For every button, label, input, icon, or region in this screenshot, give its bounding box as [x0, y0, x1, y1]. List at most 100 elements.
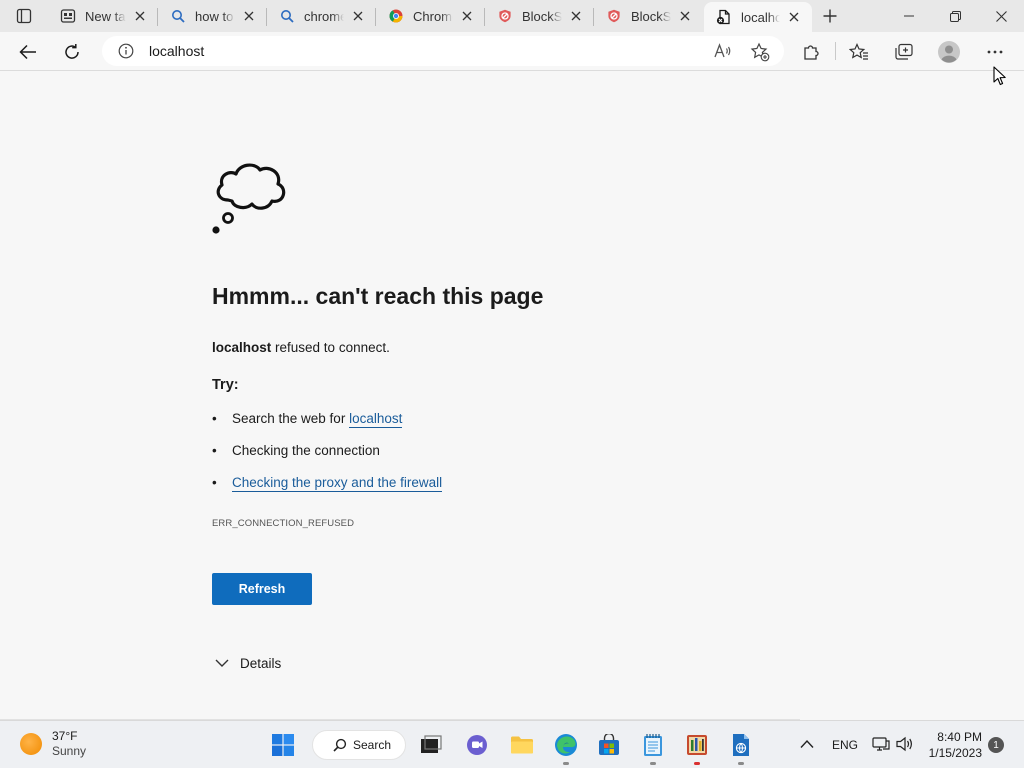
tab-new-tab[interactable]: New tab: [48, 2, 158, 30]
file-explorer-button[interactable]: [504, 727, 540, 763]
tab-chrome-search[interactable]: chrome: [267, 2, 376, 30]
edge-button[interactable]: [548, 727, 584, 765]
folder-icon: [511, 736, 533, 754]
blocksite-icon: [606, 8, 622, 24]
teams-chat-button[interactable]: [459, 727, 495, 763]
web-document-button[interactable]: [723, 727, 759, 765]
tab-title: New tab: [85, 8, 126, 24]
minimize-button[interactable]: [886, 0, 932, 32]
chrome-icon: [388, 8, 404, 24]
browser-toolbar: localhost: [0, 32, 1024, 71]
details-label: Details: [240, 655, 282, 671]
newtab-icon: [60, 8, 76, 24]
restore-button[interactable]: [932, 0, 978, 32]
search-localhost-link[interactable]: localhost: [349, 411, 403, 428]
more-icon: [987, 50, 1003, 54]
details-toggle[interactable]: Details: [212, 653, 281, 673]
tab-localhost[interactable]: localhos: [704, 2, 812, 32]
mouse-cursor-icon: [993, 66, 1006, 86]
blocksite-icon: [497, 8, 513, 24]
volume-icon[interactable]: [896, 736, 914, 757]
favorites-icon: [849, 43, 868, 60]
close-icon: [995, 10, 1007, 22]
plus-icon: [823, 9, 837, 23]
close-icon[interactable]: [132, 8, 148, 24]
back-button[interactable]: [12, 36, 44, 68]
show-hidden-icons-button[interactable]: [800, 736, 814, 754]
tab-title: BlockSit: [631, 8, 671, 24]
tab-chrome[interactable]: Chrome: [376, 2, 485, 30]
tab-actions-button[interactable]: [8, 4, 40, 28]
chevron-down-icon: [212, 653, 232, 673]
collections-icon: [895, 43, 913, 60]
read-aloud-icon[interactable]: [714, 43, 732, 64]
task-view-button[interactable]: [413, 727, 449, 763]
puzzle-icon: [804, 45, 819, 60]
taskbar-search[interactable]: Search: [312, 730, 406, 760]
edge-icon: [555, 734, 577, 756]
tab-blocksite-2[interactable]: BlockSit: [594, 2, 703, 30]
close-icon[interactable]: [459, 8, 475, 24]
weather-widget[interactable]: 37°F Sunny: [20, 729, 86, 759]
running-indicator: [563, 762, 569, 765]
error-host: localhost: [212, 340, 272, 355]
close-icon[interactable]: [350, 8, 366, 24]
tab-strip: New tab how to chrome Chrome BlockSit Bl…: [0, 0, 1024, 32]
close-icon[interactable]: [568, 8, 584, 24]
clock-date: 1/15/2023: [928, 746, 982, 760]
running-indicator: [738, 762, 744, 765]
tab-title: localhos: [741, 9, 780, 25]
taskbar: 37°F Sunny Search ENG 8:40 PM 1/15/2023 …: [0, 720, 1024, 768]
try-heading: Try:: [212, 377, 239, 393]
search-icon: [333, 738, 347, 752]
suggestion-search: • Search the web for localhost: [212, 411, 403, 428]
close-window-button[interactable]: [978, 0, 1024, 32]
tab-how-to[interactable]: how to: [158, 2, 267, 30]
suggestion-proxy: • Checking the proxy and the firewall: [212, 475, 443, 492]
tab-blocksite-1[interactable]: BlockSit: [485, 2, 594, 30]
app-button-active[interactable]: [679, 727, 715, 765]
web-document-icon: [733, 734, 749, 756]
close-icon[interactable]: [241, 8, 257, 24]
tab-actions-icon: [16, 8, 32, 24]
refresh-button[interactable]: [56, 36, 88, 68]
close-icon[interactable]: [786, 9, 802, 25]
suggestion-connection: • Checking the connection: [212, 443, 380, 458]
windows-logo-icon: [272, 734, 294, 756]
add-favorite-icon[interactable]: [750, 42, 770, 67]
more-options-button[interactable]: [979, 36, 1011, 68]
thought-bubble-icon: [212, 163, 286, 234]
task-view-icon: [421, 735, 442, 753]
tab-title: BlockSit: [522, 8, 562, 24]
search-icon: [279, 8, 295, 24]
proxy-firewall-link[interactable]: Checking the proxy and the firewall: [232, 475, 443, 492]
weather-temperature: 37°F: [52, 729, 78, 743]
info-icon[interactable]: [118, 43, 134, 59]
address-url: localhost: [149, 43, 205, 59]
notepad-icon: [644, 734, 662, 756]
notepad-button[interactable]: [635, 727, 671, 765]
search-icon: [170, 8, 186, 24]
store-button[interactable]: [591, 727, 627, 763]
collections-button[interactable]: [888, 36, 920, 68]
network-icon[interactable]: [872, 736, 890, 757]
chevron-up-icon: [800, 739, 814, 748]
refresh-page-button[interactable]: Refresh: [212, 573, 312, 605]
start-button[interactable]: [265, 727, 301, 763]
new-tab-button[interactable]: [818, 4, 842, 28]
tab-title: how to: [195, 8, 234, 24]
clock[interactable]: 8:40 PM 1/15/2023: [920, 729, 982, 761]
tab-title: Chrome: [413, 8, 453, 24]
close-icon[interactable]: [677, 8, 693, 24]
restore-icon: [949, 10, 961, 22]
running-indicator: [694, 762, 700, 765]
favorites-button[interactable]: [843, 36, 875, 68]
language-indicator[interactable]: ENG: [832, 738, 858, 752]
address-bar[interactable]: localhost: [102, 36, 784, 66]
sun-icon: [20, 733, 42, 755]
store-icon: [599, 734, 619, 755]
suggestion-search-text: Search the web for: [232, 411, 346, 426]
notification-badge[interactable]: 1: [988, 737, 1004, 753]
extensions-button[interactable]: [795, 36, 827, 68]
profile-button[interactable]: [933, 36, 965, 68]
